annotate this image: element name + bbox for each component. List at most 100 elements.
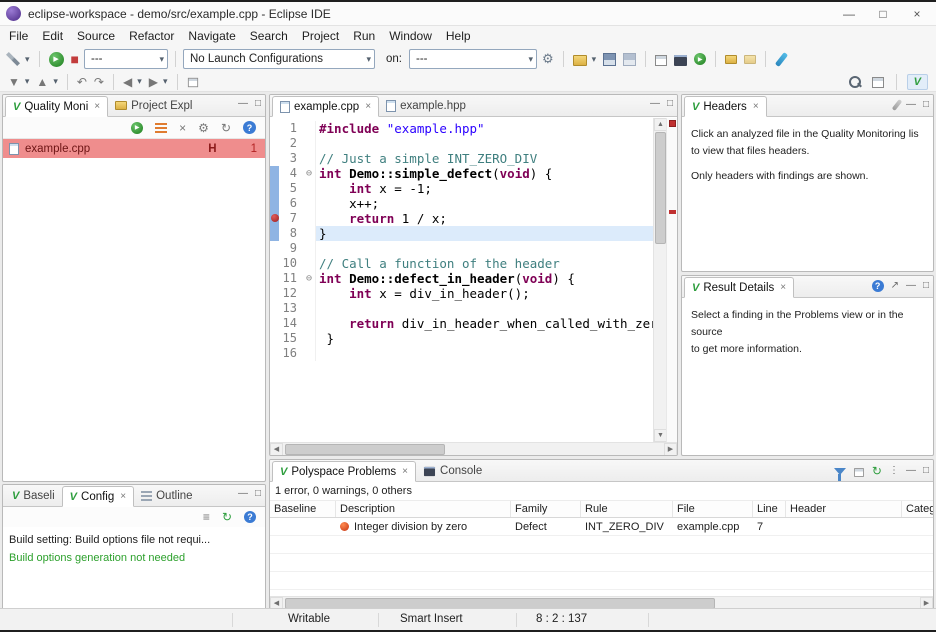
group-icon[interactable] bbox=[854, 468, 864, 477]
pencil-icon[interactable] bbox=[892, 99, 903, 111]
tab-config[interactable]: V Config × bbox=[62, 486, 134, 507]
minimize-view-icon[interactable]: — bbox=[906, 100, 916, 110]
prev-annotation-button[interactable]: ▲ ▾ bbox=[34, 74, 59, 90]
code-line-13[interactable]: 13 bbox=[270, 301, 653, 316]
menu-edit[interactable]: Edit bbox=[35, 27, 70, 45]
scroll-left-icon[interactable]: ◀ bbox=[270, 443, 283, 456]
close-tab-icon[interactable]: × bbox=[120, 491, 126, 502]
annotate-button[interactable] bbox=[773, 51, 790, 68]
tab-headers[interactable]: V Headers × bbox=[684, 96, 767, 117]
code-area[interactable]: 1#include "example.hpp"23// Just a simpl… bbox=[270, 118, 653, 442]
code-line-4[interactable]: 4⊖int Demo::simple_defect(void) { bbox=[270, 166, 653, 181]
code-line-15[interactable]: 15 } bbox=[270, 331, 653, 346]
quality-file-row[interactable]: example.cpp H 1 bbox=[3, 139, 265, 158]
code-line-16[interactable]: 16 bbox=[270, 346, 653, 361]
tab-project-explorer[interactable]: Project Expl bbox=[108, 95, 199, 116]
code-line-3[interactable]: 3// Just a simple INT_ZERO_DIV bbox=[270, 151, 653, 166]
configure-monitoring-button[interactable]: ⚙ bbox=[196, 120, 211, 136]
launch-config-combo[interactable]: No Launch Configurations ▾ bbox=[183, 49, 375, 69]
minimize-view-icon[interactable]: — bbox=[238, 489, 248, 499]
close-tab-icon[interactable]: × bbox=[753, 101, 759, 112]
menu-file[interactable]: File bbox=[2, 27, 35, 45]
code-line-7[interactable]: 7 return 1 / x; bbox=[270, 211, 653, 226]
options-list-button[interactable]: ≡ bbox=[201, 509, 212, 525]
save-button[interactable] bbox=[601, 51, 618, 67]
menu-refactor[interactable]: Refactor bbox=[122, 27, 181, 45]
save-all-button[interactable] bbox=[621, 51, 638, 67]
close-tab-icon[interactable]: × bbox=[365, 101, 371, 112]
refresh-icon[interactable]: ↻ bbox=[872, 464, 882, 478]
last-edit-button[interactable]: ↶ bbox=[75, 74, 89, 90]
maximize-view-icon[interactable]: □ bbox=[923, 466, 929, 476]
tab-console[interactable]: Console bbox=[416, 460, 489, 481]
load-results-button[interactable] bbox=[153, 120, 169, 135]
window-maximize-button[interactable]: □ bbox=[866, 7, 900, 21]
code-line-12[interactable]: 12 int x = div_in_header(); bbox=[270, 286, 653, 301]
column-baseline[interactable]: Baseline bbox=[270, 501, 336, 517]
menu-window[interactable]: Window bbox=[382, 27, 439, 45]
quick-access-button[interactable] bbox=[846, 74, 864, 90]
minimize-view-icon[interactable]: — bbox=[906, 281, 916, 291]
menu-run[interactable]: Run bbox=[346, 27, 382, 45]
tab-example-hpp[interactable]: example.hpp bbox=[379, 95, 473, 116]
code-line-8[interactable]: 8} bbox=[270, 226, 653, 241]
scrollbar-thumb[interactable] bbox=[655, 132, 666, 244]
menu-help[interactable]: Help bbox=[439, 27, 478, 45]
column-line[interactable]: Line bbox=[753, 501, 786, 517]
polyspace-perspective-button[interactable]: V bbox=[907, 74, 928, 90]
refresh-config-button[interactable]: ↻ bbox=[220, 509, 234, 525]
menu-search[interactable]: Search bbox=[243, 27, 295, 45]
open-perspective-button[interactable] bbox=[870, 74, 886, 89]
run-monitoring-button[interactable]: ▶ bbox=[129, 121, 145, 135]
window-minimize-button[interactable]: — bbox=[832, 7, 866, 21]
target-combo[interactable]: --- ▾ bbox=[84, 49, 168, 69]
code-line-10[interactable]: 10// Call a function of the header bbox=[270, 256, 653, 271]
fold-marker-icon[interactable]: ⊖ bbox=[303, 166, 316, 181]
menu-navigate[interactable]: Navigate bbox=[181, 27, 242, 45]
code-line-5[interactable]: 5 int x = -1; bbox=[270, 181, 653, 196]
close-tab-icon[interactable]: × bbox=[780, 282, 786, 293]
launch-settings-button[interactable]: ⚙ bbox=[540, 50, 556, 68]
tab-outline[interactable]: Outline bbox=[134, 485, 199, 506]
help-button[interactable]: ? bbox=[242, 510, 258, 524]
code-line-11[interactable]: 11⊖int Demo::defect_in_header(void) { bbox=[270, 271, 653, 286]
tab-example-cpp[interactable]: example.cpp × bbox=[272, 96, 379, 117]
run-analysis-button[interactable]: ▶ bbox=[47, 51, 66, 68]
scroll-right-icon[interactable]: ▶ bbox=[664, 443, 677, 456]
tab-polyspace-problems[interactable]: V Polyspace Problems × bbox=[272, 461, 416, 482]
minimize-view-icon[interactable]: — bbox=[650, 99, 660, 109]
filter-icon[interactable] bbox=[834, 468, 846, 475]
run-last-button[interactable]: ▶ bbox=[692, 52, 708, 66]
minimize-view-icon[interactable]: — bbox=[906, 466, 916, 476]
on-target-combo[interactable]: --- ▾ bbox=[409, 49, 537, 69]
code-line-1[interactable]: 1#include "example.hpp" bbox=[270, 121, 653, 136]
view-menu-icon[interactable]: ⋮ bbox=[889, 466, 899, 476]
open-resource-button[interactable] bbox=[723, 54, 739, 65]
maximize-view-icon[interactable]: □ bbox=[255, 489, 261, 499]
menu-source[interactable]: Source bbox=[70, 27, 122, 45]
new-wizard-button[interactable]: ▾ bbox=[571, 51, 599, 67]
window-close-button[interactable]: × bbox=[900, 7, 934, 21]
column-family[interactable]: Family bbox=[511, 501, 581, 517]
column-header[interactable]: Header bbox=[786, 501, 902, 517]
polyspace-config-button[interactable]: ▾ bbox=[4, 51, 32, 67]
code-line-9[interactable]: 9 bbox=[270, 241, 653, 256]
open-console-button[interactable] bbox=[672, 52, 689, 67]
delete-results-button[interactable]: × bbox=[177, 120, 188, 136]
overview-ruler[interactable] bbox=[666, 118, 677, 442]
column-description[interactable]: Description bbox=[336, 501, 511, 517]
editor-horizontal-scrollbar[interactable]: ◀ ▶ bbox=[270, 442, 677, 455]
back-button[interactable]: ◀ ▾ bbox=[121, 74, 144, 90]
code-line-6[interactable]: 6 x++; bbox=[270, 196, 653, 211]
column-category[interactable]: Category bbox=[902, 501, 934, 517]
close-tab-icon[interactable]: × bbox=[94, 101, 100, 112]
error-position-marker[interactable] bbox=[669, 210, 676, 214]
redo-button[interactable]: ↷ bbox=[92, 74, 106, 90]
code-line-2[interactable]: 2 bbox=[270, 136, 653, 151]
column-rule[interactable]: Rule bbox=[581, 501, 673, 517]
editor-vertical-scrollbar[interactable]: ▲ ▼ bbox=[653, 118, 666, 442]
maximize-view-icon[interactable]: □ bbox=[923, 100, 929, 110]
tab-baseline[interactable]: V Baseli bbox=[5, 485, 62, 506]
maximize-view-icon[interactable]: □ bbox=[667, 99, 673, 109]
column-file[interactable]: File bbox=[673, 501, 753, 517]
